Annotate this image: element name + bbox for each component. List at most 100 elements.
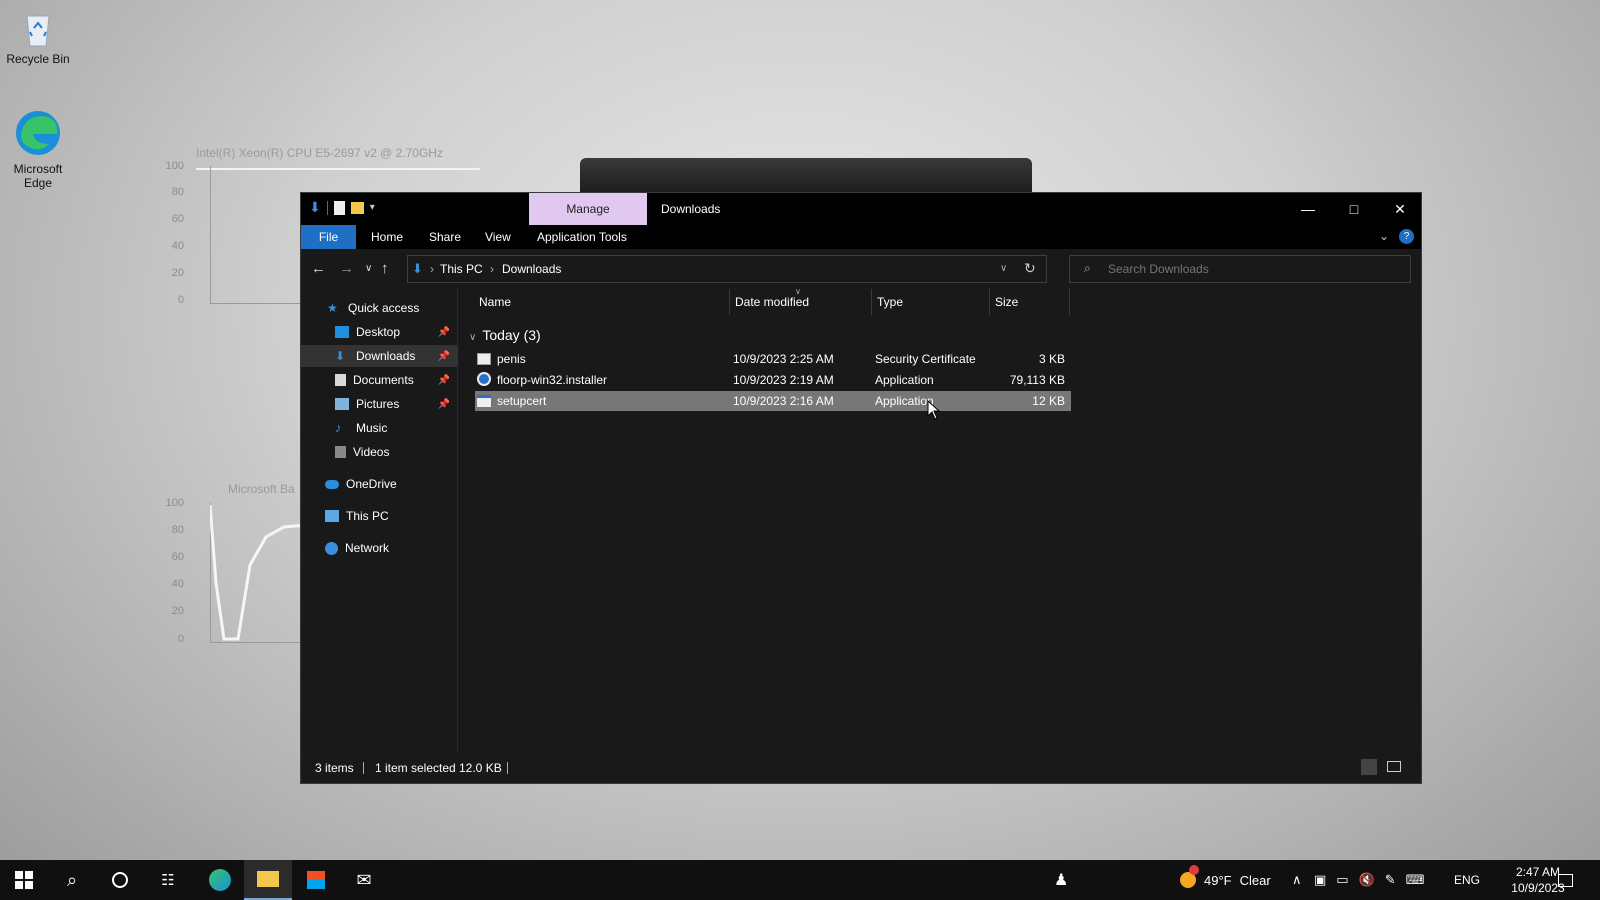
search-taskbar-button[interactable]: ⌕: [48, 860, 96, 900]
column-header-name[interactable]: Name: [479, 295, 511, 309]
file-row[interactable]: floorp-win32.installer 10/9/2023 2:19 AM…: [475, 370, 1071, 390]
nav-network-label: Network: [345, 541, 390, 555]
weather-condition: Clear: [1239, 872, 1271, 888]
details-view-button[interactable]: [1361, 759, 1377, 775]
nav-item-documents[interactable]: Documents 📌: [301, 369, 458, 391]
mail-icon: ✉: [356, 869, 372, 890]
address-bar[interactable]: ⬇ › This PC › Downloads ∨ ↻: [407, 255, 1047, 283]
back-arrow-icon[interactable]: ←: [311, 260, 326, 277]
keyboard-icon[interactable]: ⌨: [1406, 872, 1425, 888]
status-selected: 1 item selected: [375, 761, 456, 775]
cloud-icon: [325, 479, 339, 489]
expand-ribbon-icon[interactable]: ⌄: [1379, 229, 1389, 243]
installer-app-icon: [477, 372, 491, 386]
file-row-selected[interactable]: setupcert 10/9/2023 2:16 AM Application …: [475, 391, 1071, 411]
maximize-button[interactable]: □: [1331, 193, 1377, 225]
breadcrumb-downloads[interactable]: Downloads: [502, 262, 561, 276]
minimize-button[interactable]: —: [1285, 193, 1331, 225]
recycle-bin-shortcut[interactable]: Recycle Bin: [0, 8, 76, 66]
language-indicator[interactable]: ENG: [1454, 860, 1480, 900]
downloads-folder-icon: ⬇: [335, 349, 346, 363]
start-button[interactable]: [0, 860, 48, 900]
nav-item-label: Videos: [353, 445, 390, 459]
nav-quick-access[interactable]: ★ Quick access: [301, 297, 458, 319]
nav-item-downloads[interactable]: ⬇ Downloads 📌: [301, 345, 458, 367]
file-list-pane: Name Date modified ∨ Type Size ∨ Today (3…: [459, 287, 1421, 753]
file-name: penis: [497, 352, 526, 366]
pin-icon: 📌: [437, 350, 450, 362]
nav-onedrive[interactable]: OneDrive: [301, 473, 458, 495]
close-button[interactable]: ✕: [1377, 193, 1423, 225]
status-bar: 3 items 1 item selected 12.0 KB: [301, 753, 1421, 783]
tab-view[interactable]: View: [475, 225, 521, 249]
up-arrow-icon[interactable]: ↑: [381, 260, 389, 277]
refresh-icon[interactable]: ↻: [1024, 260, 1036, 277]
nav-this-pc[interactable]: This PC: [301, 505, 458, 527]
action-center-button[interactable]: [1558, 860, 1573, 900]
taskbar-store[interactable]: [292, 860, 340, 900]
properties-icon[interactable]: [333, 200, 345, 215]
tab-file[interactable]: File: [301, 225, 356, 249]
people-button[interactable]: ♟: [1054, 860, 1068, 900]
network-icon[interactable]: ▭: [1336, 872, 1348, 888]
desktop-folder-icon: [335, 326, 349, 338]
search-box[interactable]: ⌕: [1069, 255, 1411, 283]
breadcrumb-separator-icon: ›: [490, 262, 494, 276]
volume-muted-icon[interactable]: 🔇: [1359, 872, 1375, 888]
pen-icon[interactable]: ✎: [1385, 872, 1396, 888]
ribbon-tabs: File Home Share View Application Tools ⌄…: [301, 225, 1421, 249]
help-icon[interactable]: ?: [1399, 229, 1414, 244]
customize-toolbar-icon[interactable]: ▾: [370, 202, 375, 213]
column-separator[interactable]: [729, 289, 730, 315]
show-hidden-icons-button[interactable]: ∧: [1292, 860, 1302, 900]
pin-icon: 📌: [437, 398, 450, 410]
taskbar-file-explorer[interactable]: [244, 860, 292, 900]
new-folder-icon[interactable]: [350, 201, 364, 214]
column-header-type[interactable]: Type: [877, 295, 903, 309]
column-separator[interactable]: [989, 289, 990, 315]
nav-item-pictures[interactable]: Pictures 📌: [301, 393, 458, 415]
file-row[interactable]: penis 10/9/2023 2:25 AM Security Certifi…: [475, 349, 1071, 369]
cortana-button[interactable]: [96, 860, 144, 900]
large-icons-view-button[interactable]: [1387, 761, 1401, 772]
column-separator[interactable]: [1069, 289, 1070, 315]
nav-network[interactable]: Network: [301, 537, 458, 559]
tab-home[interactable]: Home: [361, 225, 413, 249]
application-file-icon: [477, 395, 491, 407]
nav-item-music[interactable]: ♪ Music: [301, 417, 458, 439]
search-input[interactable]: [1108, 262, 1398, 276]
edge-icon: [13, 108, 63, 158]
taskbar-mail[interactable]: ✉: [340, 860, 388, 900]
group-header-today[interactable]: ∨ Today (3): [469, 327, 541, 343]
file-size: 79,113 KB: [1009, 373, 1065, 387]
manage-contextual-tab[interactable]: Manage: [529, 193, 647, 225]
recent-locations-chevron-icon[interactable]: ∨: [365, 263, 372, 274]
address-dropdown-icon[interactable]: ∨: [1000, 263, 1007, 274]
column-header-date-modified[interactable]: Date modified: [735, 295, 809, 309]
tab-application-tools[interactable]: Application Tools: [527, 225, 637, 249]
nav-item-desktop[interactable]: Desktop 📌: [301, 321, 458, 343]
title-bar[interactable]: ⬇ ▾ Manage Downloads — □ ✕: [301, 193, 1421, 225]
forward-arrow-icon[interactable]: →: [339, 260, 354, 277]
search-icon: ⌕: [66, 869, 78, 890]
file-size: 12 KB: [1032, 394, 1065, 408]
weather-widget[interactable]: 49°F Clear: [1180, 860, 1271, 900]
chevron-up-icon: ∧: [1292, 872, 1302, 887]
weather-temperature: 49°F: [1204, 872, 1232, 888]
tick-label: 0: [177, 633, 184, 645]
cpu-widget-title: Intel(R) Xeon(R) CPU E5-2697 v2 @ 2.70GH…: [196, 146, 443, 160]
nav-item-videos[interactable]: Videos: [301, 441, 458, 463]
meet-now-icon[interactable]: ▣: [1314, 872, 1326, 888]
nav-quick-access-label: Quick access: [348, 301, 420, 315]
task-view-button[interactable]: ☷: [144, 860, 192, 900]
breadcrumb-this-pc[interactable]: This PC: [440, 262, 483, 276]
file-type: Application: [875, 373, 934, 387]
microsoft-edge-shortcut[interactable]: Microsoft Edge: [0, 108, 76, 190]
windows-logo-icon: [15, 871, 33, 889]
taskbar-edge[interactable]: [196, 860, 244, 900]
music-folder-icon: ♪: [335, 420, 342, 435]
column-separator[interactable]: [871, 289, 872, 315]
recycle-bin-icon: [18, 8, 58, 48]
tab-share[interactable]: Share: [419, 225, 471, 249]
column-header-size[interactable]: Size: [995, 295, 1018, 309]
